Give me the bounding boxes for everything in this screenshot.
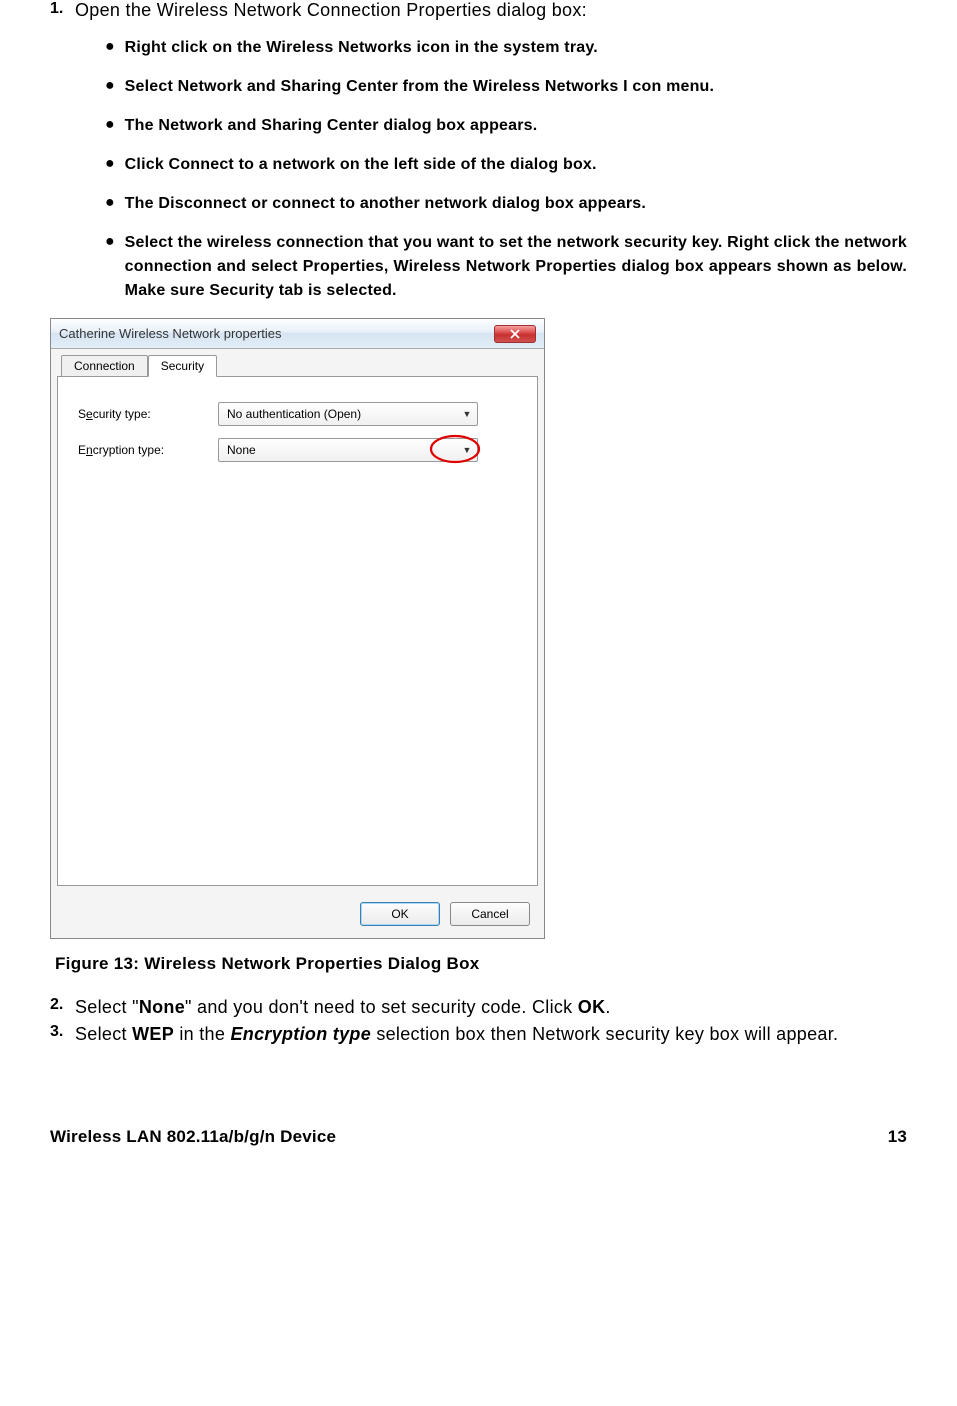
bullet-item-4: ● Click Connect to a network on the left…: [105, 153, 907, 177]
dialog-title: Catherine Wireless Network properties: [59, 326, 282, 341]
step-1: 1. Open the Wireless Network Connection …: [50, 0, 907, 21]
security-type-row: Security type: No authentication (Open) …: [78, 402, 517, 426]
red-highlight-ellipse-icon: [428, 433, 483, 465]
step-3-number: 3.: [50, 1023, 75, 1046]
encryption-type-value: None: [219, 440, 264, 460]
security-type-dropdown[interactable]: No authentication (Open) ▼: [218, 402, 478, 426]
bullet-text-4: Click Connect to a network on the left s…: [125, 153, 597, 177]
bullet-item-5: ● The Disconnect or connect to another n…: [105, 192, 907, 216]
bullet-icon: ●: [105, 36, 115, 58]
bullet-text-2: Select Network and Sharing Center from t…: [125, 75, 715, 99]
bullet-icon: ●: [105, 75, 115, 97]
bullet-text-5: The Disconnect or connect to another net…: [125, 192, 646, 216]
bullet-icon: ●: [105, 231, 115, 253]
wireless-properties-dialog: Catherine Wireless Network properties Co…: [50, 318, 545, 939]
security-type-dropdown-box[interactable]: No authentication (Open) ▼: [218, 402, 478, 426]
bullet-list: ● Right click on the Wireless Networks i…: [105, 36, 907, 303]
bullet-icon: ●: [105, 153, 115, 175]
dialog-titlebar: Catherine Wireless Network properties: [51, 319, 544, 349]
security-type-value: No authentication (Open): [219, 404, 369, 424]
tab-security[interactable]: Security: [148, 355, 217, 377]
tab-connection[interactable]: Connection: [61, 355, 148, 376]
security-type-label: Security type:: [78, 407, 218, 421]
step-3-text: Select WEP in the Encryption type select…: [75, 1023, 838, 1046]
step-2-number: 2.: [50, 996, 75, 1019]
bullet-text-1: Right click on the Wireless Networks ico…: [125, 36, 598, 60]
bullet-item-3: ● The Network and Sharing Center dialog …: [105, 114, 907, 138]
ok-button[interactable]: OK: [360, 902, 440, 926]
bullet-text-6: Select the wireless connection that you …: [125, 231, 907, 303]
bullet-icon: ●: [105, 192, 115, 214]
page-footer: Wireless LAN 802.11a/b/g/n Device 13: [50, 1127, 907, 1147]
step-1-text: Open the Wireless Network Connection Pro…: [75, 0, 907, 21]
step-1-number: 1.: [50, 0, 75, 21]
dialog-screenshot: Catherine Wireless Network properties Co…: [50, 318, 907, 939]
tab-bar: Connection Security: [51, 349, 544, 376]
step-2-text: Select "None" and you don't need to set …: [75, 996, 611, 1019]
tab-content: Security type: No authentication (Open) …: [57, 376, 538, 886]
bullet-item-2: ● Select Network and Sharing Center from…: [105, 75, 907, 99]
footer-title: Wireless LAN 802.11a/b/g/n Device: [50, 1127, 336, 1147]
bullet-icon: ●: [105, 114, 115, 136]
step-2: 2. Select "None" and you don't need to s…: [50, 996, 907, 1019]
close-button[interactable]: [494, 325, 536, 343]
figure-caption: Figure 13: Wireless Network Properties D…: [55, 954, 907, 974]
step-3: 3. Select WEP in the Encryption type sel…: [50, 1023, 907, 1046]
encryption-type-label: Encryption type:: [78, 443, 218, 457]
cancel-button[interactable]: Cancel: [450, 902, 530, 926]
encryption-type-row: Encryption type: None ▼: [78, 438, 517, 462]
footer-page-number: 13: [888, 1127, 907, 1147]
dialog-button-bar: OK Cancel: [51, 892, 544, 938]
encryption-type-dropdown[interactable]: None ▼: [218, 438, 478, 462]
chevron-down-icon: ▼: [457, 403, 477, 425]
close-icon: [510, 329, 520, 339]
bullet-item-1: ● Right click on the Wireless Networks i…: [105, 36, 907, 60]
bullet-text-3: The Network and Sharing Center dialog bo…: [125, 114, 538, 138]
bullet-item-6: ● Select the wireless connection that yo…: [105, 231, 907, 303]
